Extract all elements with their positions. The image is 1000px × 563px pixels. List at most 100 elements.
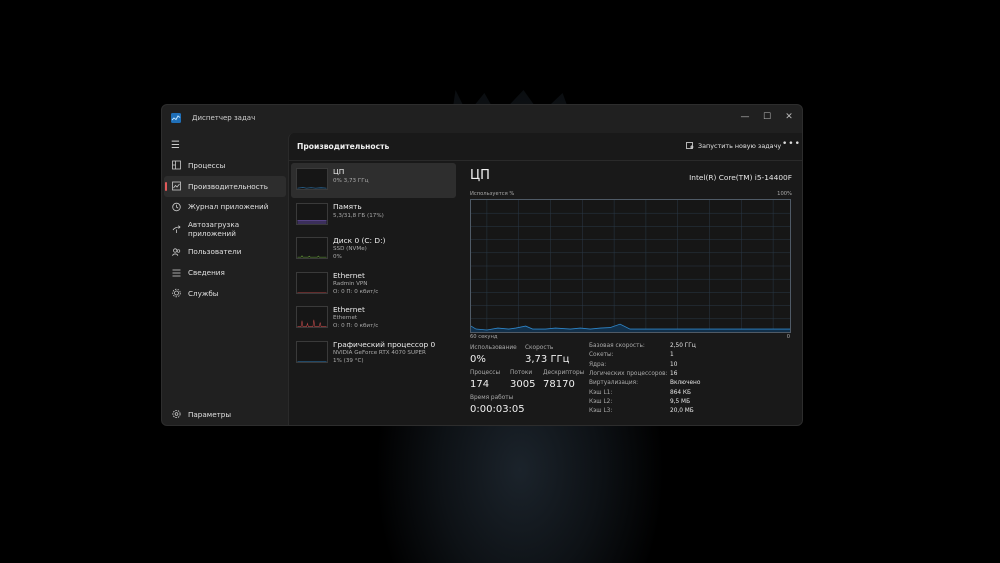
details-icon	[172, 269, 181, 276]
users-icon	[172, 248, 181, 256]
sidebar-item-users[interactable]: Пользователи	[164, 241, 286, 262]
performance-icon	[172, 181, 181, 191]
sidebar-item-label: Сведения	[188, 268, 225, 278]
handles-value: 78170	[543, 379, 575, 390]
hamburger-menu-icon[interactable]: ☰	[171, 140, 180, 151]
resource-item-disk[interactable]: Диск 0 (C: D:) SSD (NVMe) 0%	[291, 232, 456, 267]
disk-thumbnail-graph	[296, 237, 328, 259]
usage-value: 0%	[470, 354, 486, 365]
resource-list: ЦП 0% 3,73 ГГц Память 5,3/31,8 ГБ (17%) …	[291, 163, 456, 370]
spec-value: 9,5 МБ	[670, 398, 691, 405]
cpu-thumbnail-graph	[296, 168, 328, 190]
resource-name: ЦП	[333, 167, 345, 176]
sidebar-bottom: Параметры	[162, 404, 288, 425]
resource-detail: 1% (39 °C)	[333, 357, 364, 364]
close-icon[interactable]: ✕	[778, 109, 800, 125]
spec-key: Логических процессоров:	[589, 370, 668, 377]
memory-thumbnail-graph	[296, 202, 328, 225]
spec-value: 1	[670, 352, 674, 359]
maximize-icon[interactable]: ☐	[756, 109, 778, 125]
usage-label: Использование	[470, 345, 517, 351]
speed-label: Скорость	[525, 345, 554, 351]
resource-name: Графический процессор 0	[333, 339, 436, 349]
spec-value: 16	[670, 370, 678, 377]
resource-item-ethernet-radmin[interactable]: Ethernet Radmin VPN О: 0 П: 0 кбит/с	[291, 267, 456, 302]
resource-name: Диск 0 (C: D:)	[333, 236, 386, 245]
spec-key: Кэш L2:	[589, 398, 613, 405]
resource-item-cpu[interactable]: ЦП 0% 3,73 ГГц	[291, 163, 456, 198]
resource-detail: 5,3/31,8 ГБ (17%)	[333, 212, 384, 219]
resource-name: Ethernet	[333, 270, 365, 280]
ethernet-thumbnail-graph	[296, 271, 328, 294]
sidebar-item-label: Производительность	[188, 181, 269, 191]
graph-time-label: 60 секунд	[470, 334, 498, 340]
resource-detail: 0%	[333, 254, 342, 260]
sidebar-item-performance[interactable]: Производительность	[164, 175, 286, 197]
sidebar-item-label: Автозагрузка приложений	[188, 220, 240, 239]
sidebar-item-services[interactable]: Службы	[164, 283, 286, 304]
sidebar-item-processes[interactable]: Процессы	[164, 155, 286, 176]
detail-title: ЦП	[470, 168, 490, 183]
resource-item-memory[interactable]: Память 5,3/31,8 ГБ (17%)	[291, 198, 456, 233]
task-manager-app-icon	[171, 113, 181, 123]
title-bar[interactable]: Диспетчер задач — ☐ ✕	[162, 105, 802, 133]
services-icon	[172, 289, 181, 298]
threads-value: 3005	[510, 379, 536, 390]
sidebar-item-details[interactable]: Сведения	[164, 262, 286, 283]
graph-max-label: 100%	[777, 191, 792, 197]
sidebar-item-label: Параметры	[188, 409, 232, 419]
graph-min-label: 0	[786, 334, 790, 340]
resource-detail: О: 0 П: 0 кбит/с	[333, 323, 379, 329]
ethernet-thumbnail-graph	[296, 306, 328, 328]
resource-detail: NVIDIA GeForce RTX 4070 SUPER	[333, 349, 426, 356]
minimize-icon[interactable]: —	[734, 109, 756, 125]
resource-detail: Radmin VPN	[333, 280, 368, 287]
processes-icon	[172, 160, 181, 170]
processes-value: 174	[470, 379, 490, 390]
spec-key: Кэш L3:	[589, 408, 613, 415]
startup-icon	[172, 225, 181, 234]
page-header: Производительность Запустить новую задач…	[289, 133, 802, 161]
sidebar-item-label: Журнал приложений	[188, 202, 269, 212]
resource-detail: 0% 3,73 ГГц	[333, 178, 369, 184]
main-panel: Производительность Запустить новую задач…	[288, 133, 802, 425]
spec-value: 10	[670, 361, 678, 368]
sidebar-item-app-history[interactable]: Журнал приложений	[164, 197, 286, 218]
resource-name: Память	[333, 201, 362, 211]
graph-y-label: Используется %	[470, 191, 515, 197]
spec-key: Кэш L1:	[589, 389, 613, 396]
gpu-thumbnail-graph	[296, 340, 328, 363]
uptime-value: 0:00:03:05	[470, 404, 525, 415]
cpu-model: Intel(R) Core(TM) i5-14400F	[689, 173, 792, 182]
handles-label: Дескрипторы	[543, 370, 585, 376]
page-title: Производительность	[297, 142, 390, 151]
sidebar-item-label: Процессы	[188, 160, 226, 170]
window-title: Диспетчер задач	[192, 114, 256, 122]
spec-key: Базовая скорость:	[589, 343, 645, 349]
sidebar-item-label: Службы	[188, 288, 219, 298]
spec-key: Виртуализация:	[589, 380, 639, 387]
spec-value: 2,50 ГГц	[670, 343, 696, 349]
more-options-button[interactable]: •••	[782, 139, 801, 149]
spec-value: 20,0 МБ	[670, 408, 694, 415]
sidebar-item-startup[interactable]: Автозагрузка приложений	[164, 217, 286, 241]
spec-value: 864 КБ	[670, 389, 691, 396]
sidebar-item-label: Пользователи	[188, 247, 242, 257]
task-manager-window: Диспетчер задач — ☐ ✕ ☰ Процессы Произво…	[161, 104, 803, 426]
processes-label: Процессы	[470, 370, 501, 376]
sidebar-item-settings[interactable]: Параметры	[164, 404, 286, 425]
sidebar-nav: Процессы Производительность Журнал прило…	[162, 155, 288, 304]
app-history-icon	[172, 202, 181, 212]
resource-item-ethernet[interactable]: Ethernet Ethernet О: 0 П: 0 кбит/с	[291, 301, 456, 336]
resource-name: Ethernet	[333, 305, 365, 314]
run-task-icon	[686, 142, 694, 149]
resource-item-gpu[interactable]: Графический процессор 0 NVIDIA GeForce R…	[291, 336, 456, 371]
resource-detail: Ethernet	[333, 315, 358, 321]
speed-value: 3,73 ГГц	[525, 354, 570, 365]
run-new-task-button[interactable]: Запустить новую задачу	[686, 140, 781, 152]
gear-icon	[172, 410, 181, 419]
spec-key: Сокеты:	[589, 352, 614, 359]
run-new-task-label: Запустить новую задачу	[698, 142, 782, 150]
spec-value: Включено	[670, 380, 701, 387]
spec-key: Ядра:	[589, 361, 607, 368]
